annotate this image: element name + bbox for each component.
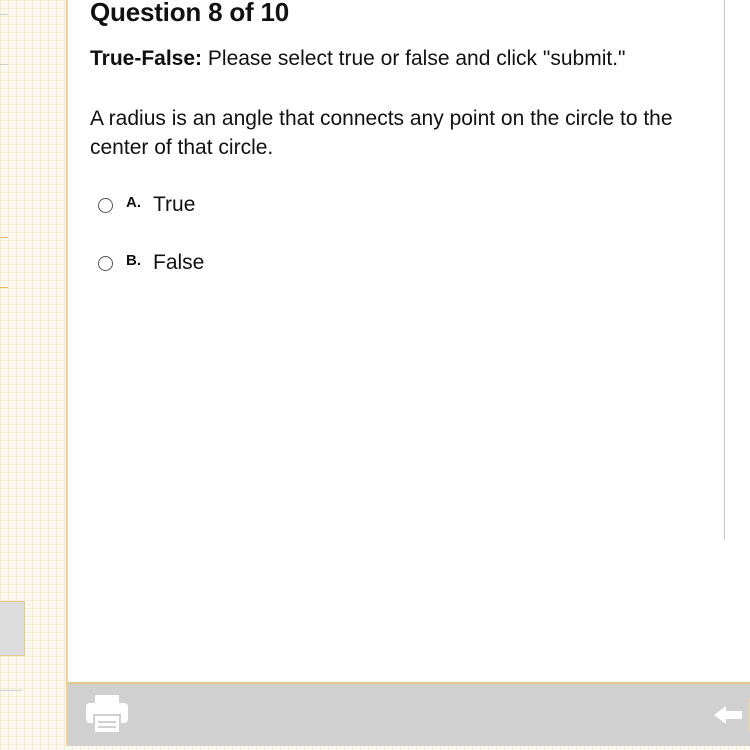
printer-icon[interactable] <box>84 693 130 735</box>
option-b[interactable]: B. False <box>98 250 204 276</box>
panel-divider <box>724 0 725 540</box>
option-label[interactable]: False <box>153 251 204 275</box>
radio-button[interactable] <box>98 197 113 213</box>
instructions-text: Please select true or false and click "s… <box>207 47 626 70</box>
question-text: A radius is an angle that connects any p… <box>90 107 673 159</box>
sidebar-divider <box>0 690 22 691</box>
question-type-label: True-False: <box>90 47 203 70</box>
sidebar-divider <box>0 64 8 65</box>
bottom-toolbar <box>66 682 750 746</box>
option-a[interactable]: A. True <box>98 192 195 218</box>
question-panel <box>66 0 750 686</box>
instructions: True-False: Please select true or false … <box>90 47 625 71</box>
back-arrow-icon[interactable] <box>712 704 746 726</box>
option-letter: A. <box>126 193 141 211</box>
option-label[interactable]: True <box>153 193 195 217</box>
left-sidebar <box>0 0 26 750</box>
sidebar-divider <box>0 287 8 288</box>
radio-button[interactable] <box>98 255 113 271</box>
option-letter: B. <box>126 251 141 269</box>
sidebar-divider <box>0 14 8 15</box>
question-title: Question 8 of 10 <box>90 0 290 27</box>
sidebar-divider <box>0 237 8 238</box>
sidebar-panel[interactable] <box>0 601 25 656</box>
